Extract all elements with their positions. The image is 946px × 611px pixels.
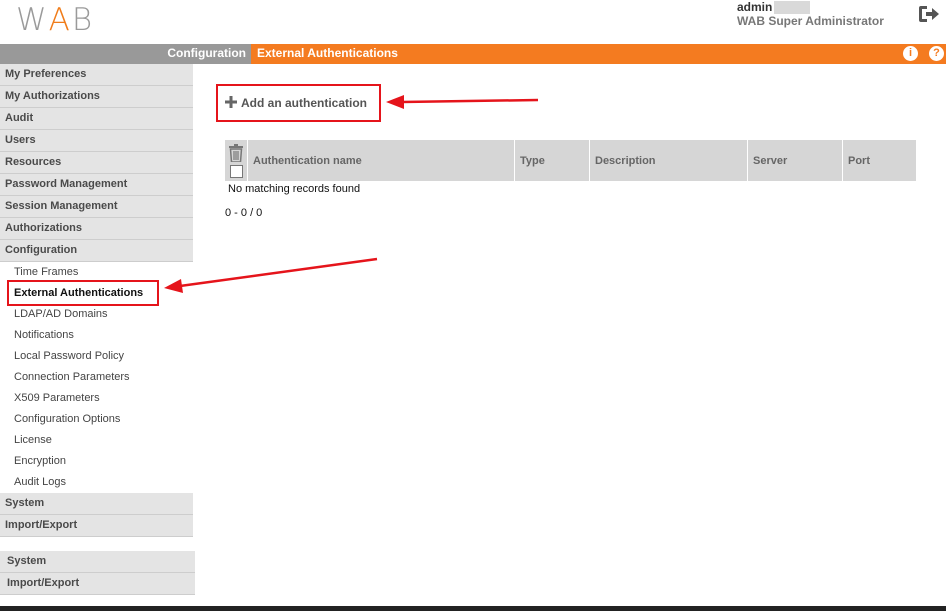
arrow-to-sidebar-item <box>164 257 378 293</box>
bottom-edge-bar <box>0 606 946 611</box>
annotation-arrows <box>164 95 539 293</box>
arrow-to-add-button <box>386 95 539 109</box>
